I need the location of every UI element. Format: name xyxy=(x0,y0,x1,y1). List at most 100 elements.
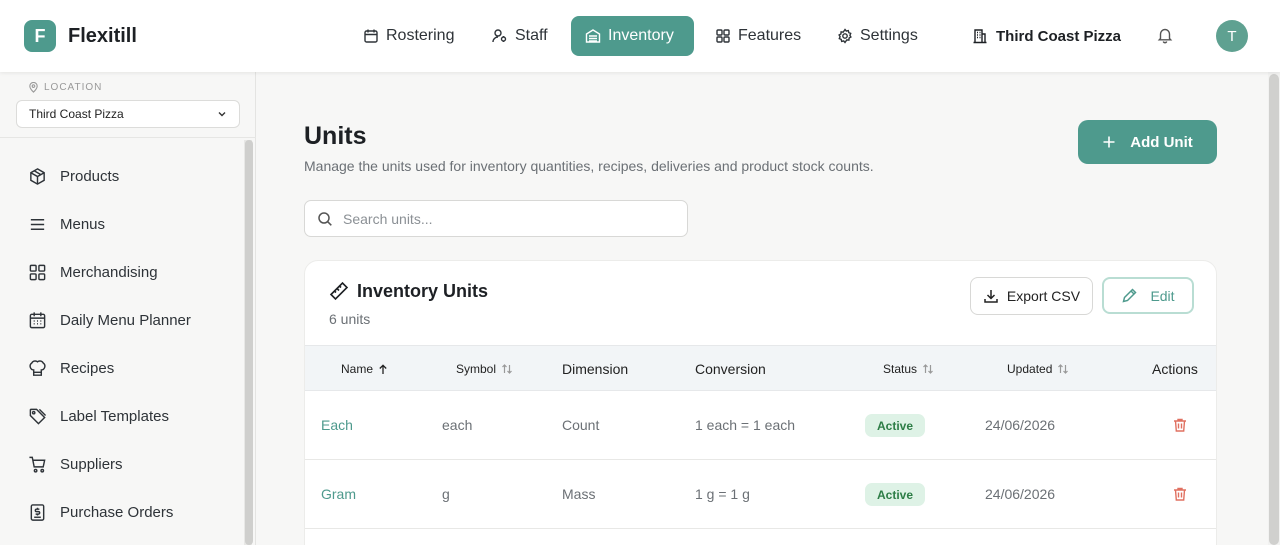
unit-name-link[interactable]: Each xyxy=(321,417,353,433)
unit-symbol: each xyxy=(442,417,473,433)
nav-inventory-label: Inventory xyxy=(608,27,674,44)
avatar[interactable]: T xyxy=(1216,20,1248,52)
bell-icon[interactable] xyxy=(1156,26,1174,44)
column-header-label: Name xyxy=(341,362,374,376)
sidebar-scrollbar-thumb[interactable] xyxy=(245,140,253,545)
sidebar-item-label: Suppliers xyxy=(60,455,123,473)
search-input[interactable] xyxy=(343,210,663,227)
unit-symbol: g xyxy=(442,486,450,502)
column-header-updated[interactable]: Updated xyxy=(1007,362,1069,376)
page-title: Units xyxy=(304,122,367,150)
column-header-status[interactable]: Status xyxy=(883,362,934,376)
top-bar: F Flexitill Rostering Staff Inventory Fe… xyxy=(0,0,1280,72)
sidebar: LOCATION Third Coast Pizza Products Menu… xyxy=(0,72,256,545)
export-csv-label: Export CSV xyxy=(1006,288,1081,304)
edit-button[interactable]: Edit xyxy=(1102,277,1194,314)
inventory-icon xyxy=(585,28,601,44)
pin-icon xyxy=(28,82,39,93)
unit-dimension: Mass xyxy=(562,486,596,502)
column-header-name[interactable]: Name xyxy=(341,362,388,376)
location-select[interactable]: Third Coast Pizza xyxy=(16,100,240,128)
unit-conversion: 1 each = 1 each xyxy=(695,417,796,433)
sidebar-item-label: Daily Menu Planner xyxy=(60,311,191,329)
tag-icon xyxy=(28,407,47,426)
sort-icon xyxy=(1057,363,1069,375)
sidebar-item-label: Products xyxy=(60,167,120,185)
nav-inventory[interactable]: Inventory xyxy=(571,16,694,56)
delete-icon[interactable] xyxy=(1172,417,1188,433)
location-caption-text: LOCATION xyxy=(44,82,103,93)
nav-rostering[interactable]: Rostering xyxy=(349,16,468,56)
nav-staff[interactable]: Staff xyxy=(478,16,562,56)
sidebar-divider xyxy=(0,137,256,138)
pencil-icon xyxy=(1121,287,1138,304)
sidebar-item-suppliers[interactable]: Suppliers xyxy=(28,452,123,476)
table-row[interactable]: Each each Count 1 each = 1 each Active 2… xyxy=(305,391,1216,460)
unit-count: 6 units xyxy=(329,311,371,327)
staff-icon xyxy=(492,28,508,44)
edit-label: Edit xyxy=(1150,287,1175,304)
column-header-conversion: Conversion xyxy=(695,361,766,377)
sort-icon xyxy=(922,363,934,375)
inventory-units-card: Inventory Units 6 units Export CSV Edit … xyxy=(304,260,1217,545)
status-badge: Active xyxy=(865,483,926,506)
location-switcher[interactable]: Third Coast Pizza xyxy=(960,16,1133,56)
nav-staff-label: Staff xyxy=(515,27,548,44)
add-unit-label: Add Unit xyxy=(1130,133,1193,151)
sidebar-item-label: Label Templates xyxy=(60,407,169,425)
brand-name[interactable]: Flexitill xyxy=(68,25,137,48)
nav-settings-label: Settings xyxy=(860,27,918,44)
ruler-icon xyxy=(329,281,349,301)
calendar-icon xyxy=(28,311,47,330)
sort-ascending-icon xyxy=(378,363,388,375)
download-icon xyxy=(983,288,999,304)
column-header-label: Status xyxy=(883,362,918,376)
table-row[interactable]: Gram g Mass 1 g = 1 g Active 24/06/2026 xyxy=(305,460,1216,529)
sidebar-item-label: Recipes xyxy=(60,359,115,377)
column-header-label: Symbol xyxy=(456,362,497,376)
sidebar-item-label-templates[interactable]: Label Templates xyxy=(28,404,169,428)
invoice-icon xyxy=(28,503,47,522)
page-scrollbar-thumb[interactable] xyxy=(1269,74,1279,545)
chef-hat-icon xyxy=(28,359,47,378)
search-icon xyxy=(317,211,333,227)
chevron-down-icon xyxy=(217,109,227,119)
column-header-actions: Actions xyxy=(1152,361,1198,377)
sidebar-item-label: Merchandising xyxy=(60,263,158,281)
unit-dimension: Count xyxy=(562,417,600,433)
sidebar-item-daily-menu-planner[interactable]: Daily Menu Planner xyxy=(28,308,191,332)
unit-conversion: 1 g = 1 g xyxy=(695,486,750,502)
building-icon xyxy=(972,28,988,44)
location-caption: LOCATION xyxy=(28,82,102,93)
nav-settings[interactable]: Settings xyxy=(823,16,932,56)
add-unit-button[interactable]: Add Unit xyxy=(1078,120,1217,164)
unit-updated: 24/06/2026 xyxy=(985,417,1056,433)
sidebar-item-merchandising[interactable]: Merchandising xyxy=(28,260,158,284)
sidebar-item-menus[interactable]: Menus xyxy=(28,212,105,236)
logo-badge[interactable]: F xyxy=(24,20,56,52)
card-title: Inventory Units xyxy=(357,281,489,301)
status-badge: Active xyxy=(865,414,926,437)
nav-features-label: Features xyxy=(738,27,802,44)
search-box[interactable] xyxy=(304,200,688,237)
sort-icon xyxy=(501,363,513,375)
cart-icon xyxy=(28,455,47,474)
unit-name-link[interactable]: Gram xyxy=(321,486,356,502)
sidebar-item-label: Menus xyxy=(60,215,106,233)
grid-icon xyxy=(715,28,731,44)
location-select-value: Third Coast Pizza xyxy=(29,107,124,121)
gear-icon xyxy=(837,28,853,44)
unit-updated: 24/06/2026 xyxy=(985,486,1056,502)
location-switcher-label: Third Coast Pizza xyxy=(996,27,1122,45)
nav-rostering-label: Rostering xyxy=(386,27,455,44)
sidebar-item-products[interactable]: Products xyxy=(28,164,119,188)
export-csv-button[interactable]: Export CSV xyxy=(970,277,1093,315)
sidebar-item-recipes[interactable]: Recipes xyxy=(28,356,114,380)
sidebar-item-purchase-orders[interactable]: Purchase Orders xyxy=(28,500,173,524)
nav-features[interactable]: Features xyxy=(701,16,815,56)
calendar-icon xyxy=(363,28,379,44)
grid-icon xyxy=(28,263,47,282)
delete-icon[interactable] xyxy=(1172,486,1188,502)
column-header-dimension: Dimension xyxy=(562,361,629,377)
column-header-symbol[interactable]: Symbol xyxy=(456,362,513,376)
